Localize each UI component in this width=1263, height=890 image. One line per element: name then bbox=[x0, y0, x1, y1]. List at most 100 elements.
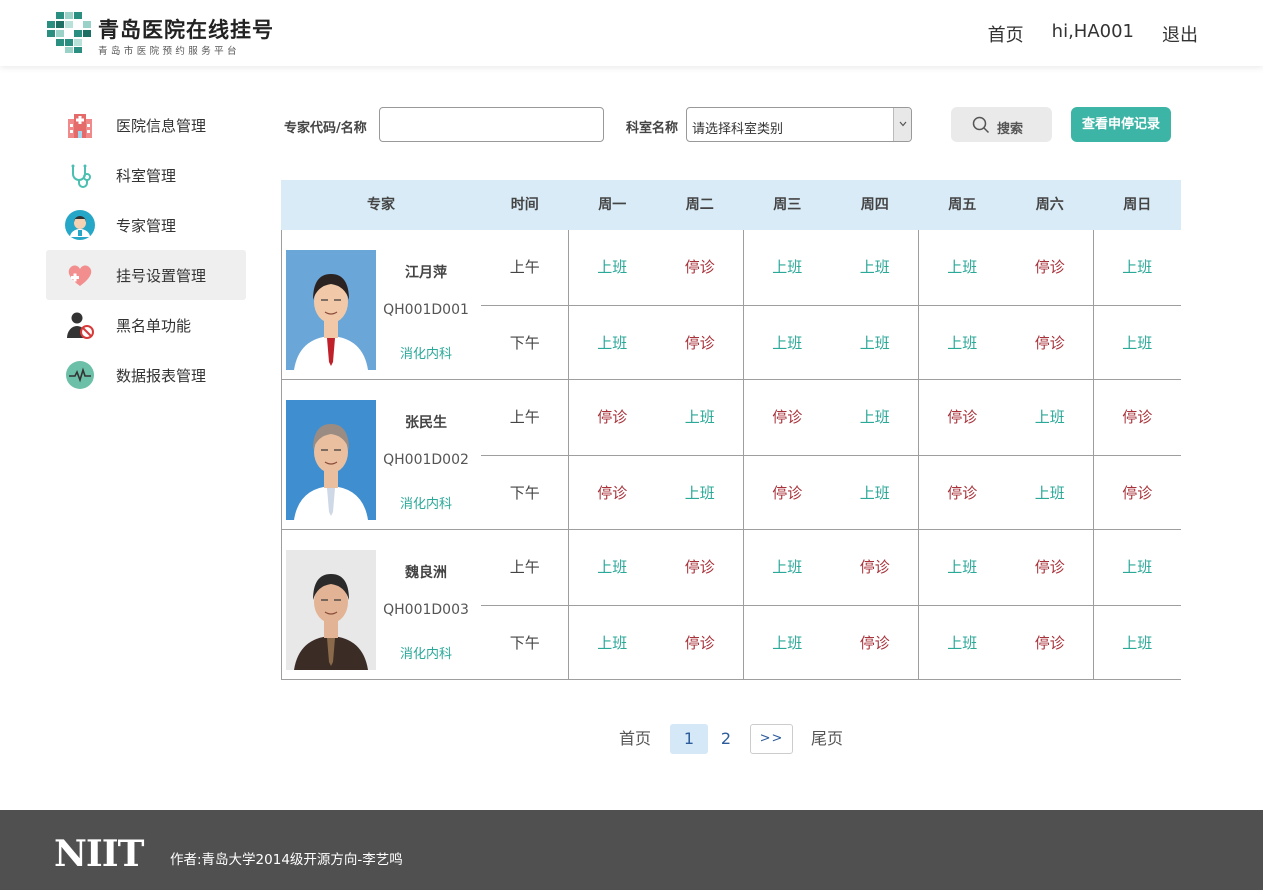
table-row: 下午 上班 停诊 上班 停诊 上班 停诊 上班 bbox=[481, 605, 1181, 680]
page-1-link[interactable]: 1 bbox=[670, 724, 708, 754]
doctor-code: QH001D003 bbox=[383, 602, 469, 618]
schedule-status-cell[interactable]: 上班 bbox=[831, 456, 919, 531]
doctor-block: 江月萍 QH001D001 消化内科 上午 上班 停诊 上班 上班 上班 停诊 上班 下午 上班 停诊 上班… bbox=[281, 230, 1181, 380]
schedule-status-cell[interactable]: 停诊 bbox=[1006, 606, 1094, 681]
expert-code-label: 专家代码/名称 bbox=[284, 121, 367, 136]
nav-home-link[interactable]: 首页 bbox=[988, 21, 1024, 47]
sidebar-item-experts[interactable]: 专家管理 bbox=[46, 200, 246, 250]
schedule-status-cell[interactable]: 上班 bbox=[656, 380, 744, 455]
header-expert: 专家 bbox=[367, 197, 395, 213]
top-nav: 首页 hi,HA001 退出 bbox=[988, 21, 1198, 47]
footer-author: 作者:青岛大学2014级开源方向-李艺鸣 bbox=[170, 852, 403, 868]
schedule-status-cell[interactable]: 停诊 bbox=[569, 456, 657, 531]
schedule-status-cell[interactable]: 停诊 bbox=[919, 380, 1007, 455]
schedule-status-cell[interactable]: 上班 bbox=[1094, 306, 1182, 381]
sidebar-item-blacklist[interactable]: 黑名单功能 bbox=[46, 300, 246, 350]
sidebar-item-label: 医院信息管理 bbox=[116, 117, 207, 135]
site-title: 青岛医院在线挂号 bbox=[98, 18, 274, 42]
schedule-status-cell[interactable]: 上班 bbox=[569, 530, 657, 605]
header-fri: 周五 bbox=[948, 197, 977, 213]
pulse-chart-icon bbox=[66, 361, 94, 389]
sidebar-item-hospital-info[interactable]: 医院信息管理 bbox=[46, 100, 246, 150]
schedule-status-cell[interactable]: 上班 bbox=[1094, 530, 1182, 605]
schedule-status-cell[interactable]: 停诊 bbox=[1094, 456, 1182, 531]
doctor-name: 魏良洲 bbox=[405, 565, 447, 581]
doctor-icon bbox=[65, 210, 95, 240]
schedule-status-cell[interactable]: 上班 bbox=[919, 606, 1007, 681]
doctor-department: 消化内科 bbox=[399, 497, 452, 512]
chevron-down-icon[interactable] bbox=[893, 108, 911, 141]
department-select[interactable]: 请选择科室类别 bbox=[686, 107, 912, 142]
schedule-status-cell[interactable]: 上班 bbox=[1006, 380, 1094, 455]
schedule-status-cell[interactable]: 上班 bbox=[1094, 606, 1182, 681]
schedule-status-cell[interactable]: 停诊 bbox=[1006, 530, 1094, 605]
doctor-photo bbox=[286, 400, 376, 520]
schedule-status-cell[interactable]: 停诊 bbox=[656, 530, 744, 605]
schedule-table: 专家 时间 周一 周二 周三 周四 周五 周六 周日 江月萍 QH001D001 消… bbox=[281, 180, 1181, 680]
doctor-block: 张民生 QH001D002 消化内科 上午 停诊 上班 停诊 上班 停诊 上班 停诊 下午 停诊 上班 停诊… bbox=[281, 380, 1181, 530]
schedule-status-cell[interactable]: 停诊 bbox=[1006, 306, 1094, 381]
schedule-status-cell[interactable]: 上班 bbox=[831, 306, 919, 381]
schedule-status-cell[interactable]: 上班 bbox=[919, 530, 1007, 605]
schedule-status-cell[interactable]: 上班 bbox=[744, 230, 832, 305]
header-mon: 周一 bbox=[598, 197, 627, 213]
schedule-status-cell[interactable]: 停诊 bbox=[831, 606, 919, 681]
schedule-status-cell[interactable]: 停诊 bbox=[744, 380, 832, 455]
heart-plus-icon bbox=[68, 265, 92, 286]
schedule-status-cell[interactable]: 上班 bbox=[569, 306, 657, 381]
next-page-link[interactable]: >> bbox=[750, 724, 793, 754]
nav-user-link[interactable]: hi,HA001 bbox=[1052, 21, 1134, 47]
schedule-status-cell[interactable]: 上班 bbox=[1094, 230, 1182, 305]
doctor-photo bbox=[286, 250, 376, 370]
schedule-status-cell[interactable]: 上班 bbox=[569, 606, 657, 681]
schedule-status-cell[interactable]: 上班 bbox=[831, 230, 919, 305]
nav-logout-link[interactable]: 退出 bbox=[1162, 21, 1198, 47]
time-slot-label: 上午 bbox=[509, 558, 540, 576]
sidebar-item-label: 数据报表管理 bbox=[116, 367, 207, 385]
schedule-status-cell[interactable]: 停诊 bbox=[1094, 380, 1182, 455]
expert-code-input[interactable] bbox=[379, 107, 604, 142]
page-2-link[interactable]: 2 bbox=[716, 724, 736, 754]
hospital-icon bbox=[68, 114, 92, 138]
search-button[interactable]: 搜索 bbox=[951, 107, 1052, 142]
schedule-status-cell[interactable]: 停诊 bbox=[656, 230, 744, 305]
schedule-status-cell[interactable]: 上班 bbox=[831, 380, 919, 455]
schedule-status-cell[interactable]: 停诊 bbox=[569, 380, 657, 455]
search-icon bbox=[972, 116, 990, 134]
footer: NIIT 作者:青岛大学2014级开源方向-李艺鸣 bbox=[0, 810, 1263, 890]
time-slot-label: 下午 bbox=[509, 634, 540, 652]
time-slot-label: 下午 bbox=[509, 484, 540, 502]
time-slot-label: 上午 bbox=[509, 408, 540, 426]
schedule-status-cell[interactable]: 停诊 bbox=[831, 530, 919, 605]
schedule-status-cell[interactable]: 停诊 bbox=[919, 456, 1007, 531]
sidebar-item-registration-settings[interactable]: 挂号设置管理 bbox=[46, 250, 246, 300]
schedule-status-cell[interactable]: 停诊 bbox=[656, 306, 744, 381]
schedule-status-cell[interactable]: 上班 bbox=[744, 530, 832, 605]
doctor-code: QH001D001 bbox=[383, 302, 469, 318]
schedule-status-cell[interactable]: 上班 bbox=[656, 456, 744, 531]
first-page-link[interactable]: 首页 bbox=[618, 724, 652, 754]
schedule-status-cell[interactable]: 停诊 bbox=[1006, 230, 1094, 305]
header-sun: 周日 bbox=[1123, 197, 1152, 213]
schedule-status-cell[interactable]: 上班 bbox=[569, 230, 657, 305]
schedule-status-cell[interactable]: 上班 bbox=[1006, 456, 1094, 531]
user-block-icon bbox=[67, 312, 94, 339]
schedule-status-cell[interactable]: 上班 bbox=[919, 306, 1007, 381]
table-row: 下午 上班 停诊 上班 上班 上班 停诊 上班 bbox=[481, 305, 1181, 380]
schedule-status-cell[interactable]: 停诊 bbox=[744, 456, 832, 531]
site-logo[interactable]: 青岛医院在线挂号 青岛市医院预约服务平台 bbox=[46, 12, 286, 57]
schedule-status-cell[interactable]: 上班 bbox=[744, 606, 832, 681]
footer-logo: NIIT bbox=[54, 833, 144, 875]
schedule-status-cell[interactable]: 停诊 bbox=[656, 606, 744, 681]
schedule-status-cell[interactable]: 上班 bbox=[744, 306, 832, 381]
schedule-status-cell[interactable]: 上班 bbox=[919, 230, 1007, 305]
header-wed: 周三 bbox=[773, 197, 802, 213]
sidebar-item-reports[interactable]: 数据报表管理 bbox=[46, 350, 246, 400]
sidebar-item-department[interactable]: 科室管理 bbox=[46, 150, 246, 200]
view-suspension-records-button[interactable]: 查看申停记录 bbox=[1071, 107, 1171, 142]
last-page-link[interactable]: 尾页 bbox=[810, 724, 844, 754]
table-row: 上午 停诊 上班 停诊 上班 停诊 上班 停诊 bbox=[481, 380, 1181, 455]
search-bar: 专家代码/名称 科室名称 请选择科室类别 搜索 查看申停记录 bbox=[282, 106, 1182, 144]
sidebar: 医院信息管理 科室管理 专家管理 挂号设置管理 黑名单功能 数据报表管理 bbox=[46, 100, 246, 400]
sidebar-item-label: 黑名单功能 bbox=[116, 317, 192, 335]
